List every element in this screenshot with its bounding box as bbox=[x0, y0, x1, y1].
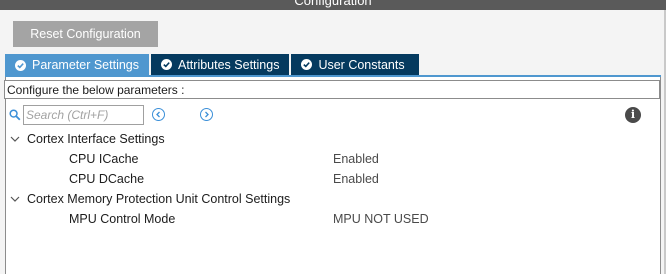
check-circle-icon bbox=[301, 59, 313, 70]
settings-tabs: Parameter Settings Attributes Settings U… bbox=[5, 54, 421, 76]
description-box: Configure the below parameters : bbox=[4, 80, 660, 99]
tab-user-constants[interactable]: User Constants bbox=[291, 54, 419, 75]
check-circle-icon bbox=[161, 59, 172, 70]
window-title-bar: Configuration bbox=[0, 0, 666, 10]
param-name-cpu-dcache[interactable]: CPU DCache bbox=[69, 169, 144, 189]
search-input[interactable] bbox=[23, 105, 144, 125]
search-previous-button[interactable] bbox=[152, 108, 165, 121]
chevron-left-icon bbox=[156, 111, 160, 118]
param-value-cpu-dcache[interactable]: Enabled bbox=[333, 169, 379, 189]
window-title: Configuration bbox=[294, 0, 372, 8]
group-cortex-interface-settings[interactable]: Cortex Interface Settings bbox=[9, 129, 165, 149]
chevron-down-icon[interactable] bbox=[9, 193, 21, 205]
tab-label: Parameter Settings bbox=[32, 58, 139, 72]
search-icon[interactable] bbox=[9, 109, 21, 121]
param-value-cpu-icache[interactable]: Enabled bbox=[333, 149, 379, 169]
param-name-cpu-icache[interactable]: CPU ICache bbox=[69, 149, 138, 169]
param-value-mpu-control-mode[interactable]: MPU NOT USED bbox=[333, 209, 429, 229]
chevron-down-icon[interactable] bbox=[9, 133, 21, 145]
tab-label: User Constants bbox=[318, 57, 405, 72]
search-next-button[interactable] bbox=[200, 108, 213, 121]
search-bar: i bbox=[9, 104, 649, 126]
tab-parameter-settings[interactable]: Parameter Settings bbox=[5, 54, 149, 76]
tab-attributes-settings[interactable]: Attributes Settings bbox=[151, 54, 290, 75]
group-cortex-mpu-control-settings[interactable]: Cortex Memory Protection Unit Control Se… bbox=[9, 189, 290, 209]
param-name-mpu-control-mode[interactable]: MPU Control Mode bbox=[69, 209, 175, 229]
check-circle-icon bbox=[15, 59, 26, 71]
reset-configuration-button[interactable]: Reset Configuration bbox=[13, 21, 158, 47]
chevron-right-icon bbox=[205, 111, 209, 118]
group-label: Cortex Interface Settings bbox=[27, 132, 165, 146]
info-icon[interactable]: i bbox=[625, 107, 641, 123]
group-label: Cortex Memory Protection Unit Control Se… bbox=[27, 192, 291, 206]
tab-label: Attributes Settings bbox=[178, 57, 280, 72]
